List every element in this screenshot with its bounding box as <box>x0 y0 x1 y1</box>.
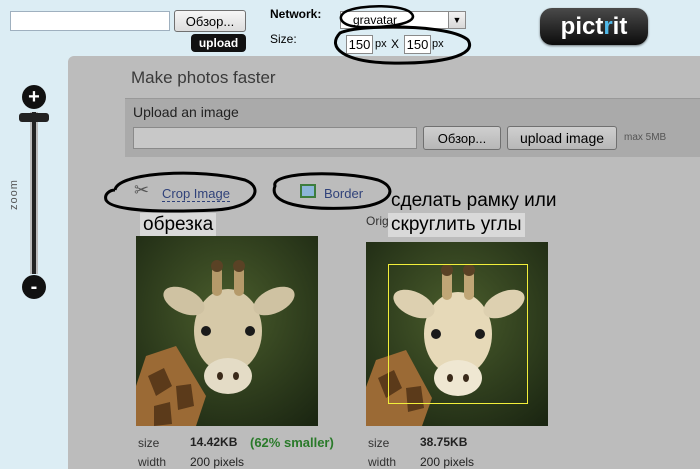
pictrit-logo[interactable]: pict r it <box>540 8 648 45</box>
width-input[interactable]: 150 <box>346 35 373 54</box>
logo-text-accent: r <box>603 12 613 40</box>
upload-section: Upload an image Обзор... upload image ma… <box>125 98 700 157</box>
left-size-savings: (62% smaller) <box>250 435 334 450</box>
zoom-out-button[interactable]: - <box>22 275 46 299</box>
left-size-label: size <box>138 436 160 450</box>
giraffe-image <box>136 236 318 426</box>
left-width-value: 200 pixels <box>190 455 245 469</box>
image-file-input[interactable] <box>133 127 417 149</box>
zoom-slider-track[interactable] <box>30 112 38 274</box>
annotation-border-line-1: сделать рамку или <box>388 189 560 213</box>
network-select[interactable]: gravatar ▼ <box>340 11 466 29</box>
right-width-value: 200 pixels <box>420 455 475 469</box>
left-width-label: width <box>138 455 167 469</box>
browse-button[interactable]: Обзор... <box>174 10 246 32</box>
main-panel: Make photos faster Upload an image Обзор… <box>68 56 700 469</box>
zoom-in-button[interactable]: + <box>22 85 46 109</box>
chevron-down-icon[interactable]: ▼ <box>448 12 465 28</box>
logo-text-start: pict <box>560 12 604 40</box>
network-select-value: gravatar <box>353 13 398 27</box>
size-separator: X <box>391 37 400 51</box>
upload-title: Upload an image <box>133 104 239 120</box>
right-width-label: width <box>368 455 397 469</box>
border-link[interactable]: Border <box>324 186 363 201</box>
height-unit: px <box>432 38 444 50</box>
zoom-slider-handle[interactable] <box>19 113 49 122</box>
crop-image-link[interactable]: Crop Image <box>162 186 230 202</box>
height-input[interactable]: 150 <box>404 35 431 54</box>
width-unit: px <box>375 38 387 50</box>
annotation-border-line-2: скруглить углы <box>388 213 525 237</box>
right-size-label: size <box>368 436 390 450</box>
upload-button[interactable]: upload <box>191 34 246 52</box>
crop-selection-frame[interactable] <box>388 264 528 404</box>
max-size-note: max 5MB <box>624 132 667 143</box>
left-size-value: 14.42KB <box>190 435 238 449</box>
logo-text-end: it <box>612 12 628 40</box>
cropped-image-preview <box>136 236 318 426</box>
annotation-crop: обрезка <box>140 213 217 237</box>
bordered-image-preview <box>366 242 548 426</box>
zoom-label: zoom <box>8 179 20 210</box>
border-icon[interactable] <box>300 184 316 198</box>
browse-image-button[interactable]: Обзор... <box>423 126 501 150</box>
page-title: Make photos faster <box>131 68 276 87</box>
upload-image-button[interactable]: upload image <box>507 126 617 150</box>
size-label: Size: <box>270 32 297 46</box>
network-label: Network: <box>270 7 322 21</box>
original-label: Orig <box>366 214 389 228</box>
right-size-value: 38.75KB <box>420 435 468 449</box>
scissors-icon[interactable]: ✂ <box>134 180 149 201</box>
file-path-input[interactable] <box>10 11 170 31</box>
